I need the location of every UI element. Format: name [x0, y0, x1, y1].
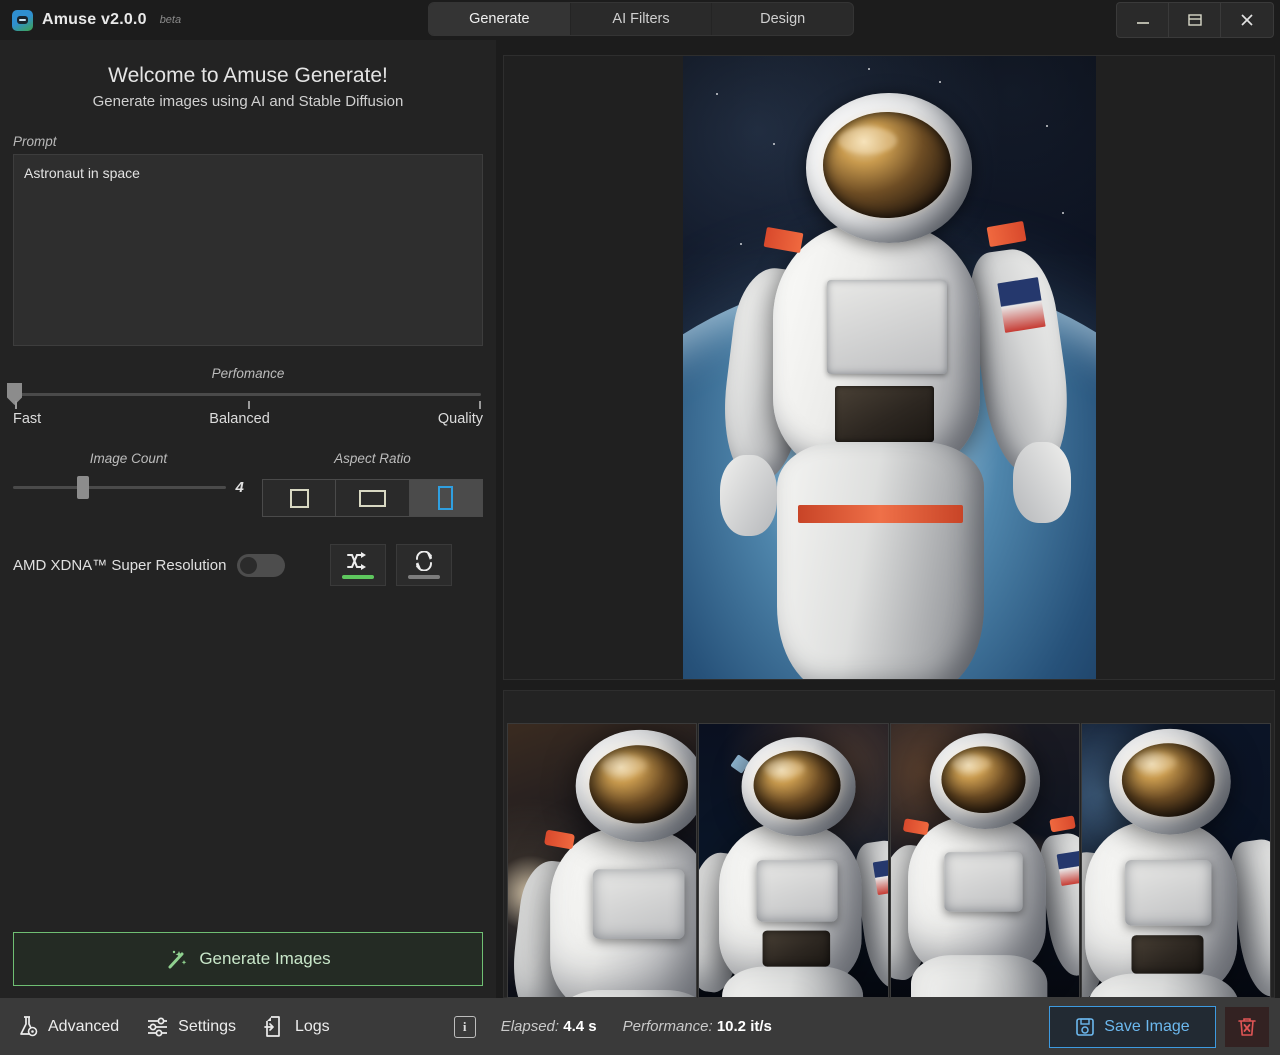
- seed-buttons: [330, 544, 452, 586]
- super-resolution-toggle[interactable]: [237, 554, 285, 577]
- aspect-ratio-square-button[interactable]: [263, 480, 336, 516]
- aspect-square-icon: [290, 489, 309, 508]
- aspect-ratio-portrait-button[interactable]: [410, 480, 482, 516]
- close-button[interactable]: [1221, 3, 1273, 37]
- aspect-ratio-landscape-button[interactable]: [336, 480, 409, 516]
- generation-stats: Elapsed: 4.4 s Performance: 10.2 it/s: [501, 1018, 772, 1035]
- shuffle-active-underline: [342, 575, 374, 579]
- advanced-label: Advanced: [48, 1018, 119, 1036]
- app-brand: Amuse v2.0.0 beta: [0, 10, 181, 31]
- settings-label: Settings: [178, 1018, 236, 1036]
- performance-label-quality: Quality: [438, 411, 483, 427]
- save-image-button[interactable]: Save Image: [1049, 1006, 1216, 1048]
- app-title: Amuse v2.0.0: [42, 11, 147, 29]
- super-resolution-row: AMD XDNA™ Super Resolution: [13, 544, 483, 586]
- amuse-logo-icon: [12, 10, 33, 31]
- performance-label-balanced: Balanced: [209, 411, 269, 427]
- count-and-aspect-row: Image Count 4 Aspect Ratio: [13, 451, 483, 517]
- prompt-input[interactable]: Astronaut in space: [13, 154, 483, 346]
- magic-wand-icon: [165, 947, 189, 971]
- tab-ai-filters[interactable]: AI Filters: [571, 3, 713, 35]
- elapsed-stat: Elapsed: 4.4 s: [501, 1018, 597, 1035]
- sliders-icon: [145, 1014, 170, 1039]
- thumbnail-item-3[interactable]: [890, 723, 1080, 998]
- thumbnail-strip-pane: [503, 690, 1275, 998]
- performance-label: Perfomance: [13, 366, 483, 381]
- performance-tick-quality: [479, 401, 481, 409]
- tab-generate[interactable]: Generate: [429, 3, 571, 35]
- thumbnail-item-4[interactable]: [1081, 723, 1271, 998]
- aspect-ratio-label: Aspect Ratio: [262, 451, 483, 466]
- shuffle-icon: [346, 551, 370, 571]
- image-count-value: 4: [236, 479, 244, 496]
- trash-delete-icon: [1236, 1016, 1258, 1038]
- elapsed-value: 4.4 s: [563, 1018, 596, 1035]
- performance-tick-labels: Fast Balanced Quality: [13, 411, 483, 427]
- generated-image-main[interactable]: [683, 56, 1096, 679]
- tab-ai-filters-label: AI Filters: [612, 11, 669, 27]
- reuse-inactive-underline: [408, 575, 440, 579]
- prompt-label: Prompt: [13, 134, 496, 149]
- close-icon: [1238, 11, 1256, 29]
- window-controls: [1116, 2, 1274, 38]
- performance-stat-value: 10.2 it/s: [717, 1018, 772, 1035]
- performance-slider-group: Perfomance Fast Balanced Quality: [13, 366, 483, 427]
- performance-stat-label: Performance:: [623, 1018, 713, 1035]
- performance-label-fast: Fast: [13, 411, 41, 427]
- thumbnail-item-2[interactable]: [698, 723, 888, 998]
- title-bar: Amuse v2.0.0 beta Generate AI Filters De…: [0, 0, 1280, 40]
- minimize-button[interactable]: [1117, 3, 1169, 37]
- performance-tick-balanced: [248, 401, 250, 409]
- info-icon[interactable]: i: [454, 1016, 476, 1038]
- tab-generate-label: Generate: [469, 11, 529, 27]
- document-export-icon: [262, 1014, 287, 1039]
- tab-design-label: Design: [760, 11, 805, 27]
- performance-slider[interactable]: [15, 393, 481, 396]
- flask-gear-icon: [15, 1014, 40, 1039]
- main-tabs: Generate AI Filters Design: [428, 2, 854, 36]
- aspect-ratio-group: Aspect Ratio: [262, 451, 483, 517]
- left-settings-panel: Welcome to Amuse Generate! Generate imag…: [0, 40, 496, 998]
- settings-button[interactable]: Settings: [145, 1014, 236, 1039]
- performance-tick-fast: [15, 401, 17, 409]
- tab-design[interactable]: Design: [712, 3, 853, 35]
- image-count-label: Image Count: [13, 451, 244, 466]
- logs-label: Logs: [295, 1018, 330, 1036]
- image-count-slider[interactable]: [13, 486, 226, 489]
- welcome-subtitle: Generate images using AI and Stable Diff…: [0, 93, 496, 110]
- app-version-tag: beta: [160, 14, 181, 26]
- refresh-loop-icon: [413, 551, 435, 571]
- super-resolution-label: AMD XDNA™ Super Resolution: [13, 557, 226, 574]
- shuffle-seed-button[interactable]: [330, 544, 386, 586]
- performance-ticks: [15, 401, 481, 410]
- image-count-slider-thumb[interactable]: [77, 476, 89, 499]
- image-count-group: Image Count 4: [13, 451, 244, 517]
- image-preview-pane: [503, 55, 1275, 680]
- elapsed-label: Elapsed:: [501, 1018, 559, 1035]
- restore-window-button[interactable]: [1169, 3, 1221, 37]
- aspect-portrait-icon: [438, 486, 453, 510]
- aspect-landscape-icon: [359, 490, 386, 507]
- toggle-knob: [240, 557, 257, 574]
- floppy-save-icon: [1075, 1017, 1095, 1037]
- restore-window-icon: [1186, 11, 1204, 29]
- reuse-seed-button[interactable]: [396, 544, 452, 586]
- status-bar: Advanced Settings Logs i Elapsed:: [0, 998, 1280, 1055]
- performance-stat: Performance: 10.2 it/s: [623, 1018, 772, 1035]
- delete-image-button[interactable]: [1224, 1006, 1270, 1048]
- advanced-button[interactable]: Advanced: [15, 1014, 119, 1039]
- generate-images-label: Generate Images: [199, 949, 330, 969]
- welcome-title: Welcome to Amuse Generate!: [0, 64, 496, 88]
- minimize-icon: [1134, 11, 1152, 29]
- logs-button[interactable]: Logs: [262, 1014, 330, 1039]
- generate-images-button[interactable]: Generate Images: [13, 932, 483, 986]
- save-image-label: Save Image: [1104, 1018, 1189, 1036]
- thumbnail-item-1[interactable]: [507, 723, 697, 998]
